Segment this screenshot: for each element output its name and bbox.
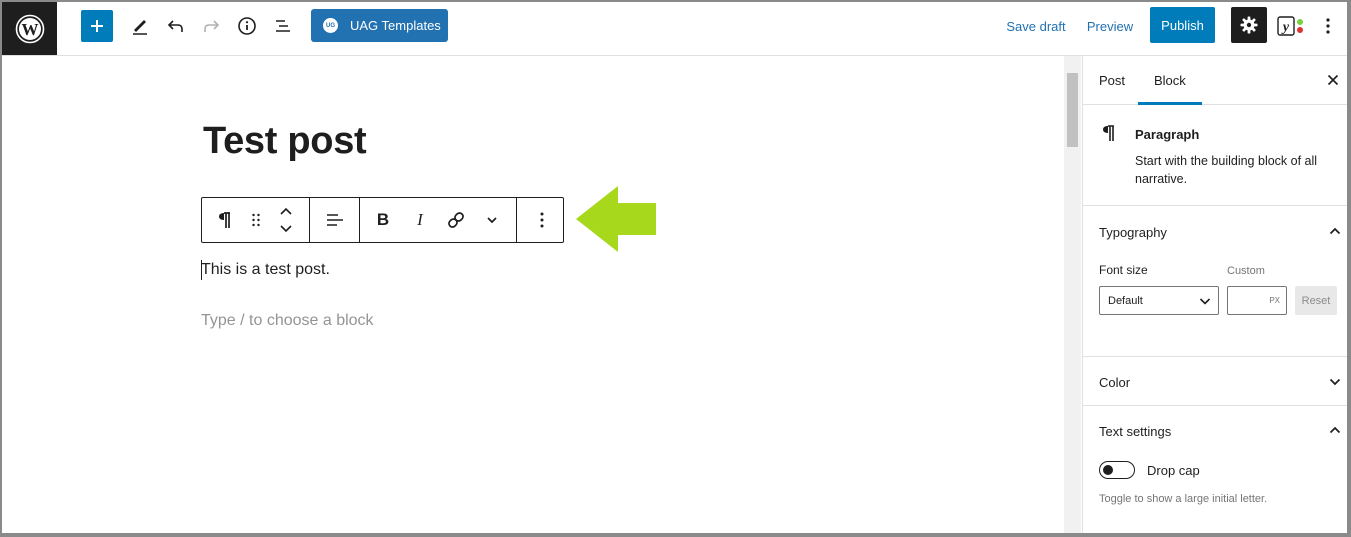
chevron-down-icon: [1199, 298, 1211, 305]
close-icon: [1327, 74, 1339, 86]
preview-button[interactable]: Preview: [1084, 12, 1136, 40]
svg-text:W: W: [21, 20, 38, 39]
gear-icon: [1240, 16, 1258, 34]
align-button[interactable]: [312, 198, 358, 242]
custom-font-size-input[interactable]: PX: [1227, 286, 1287, 315]
more-vertical-icon: [1326, 18, 1330, 34]
paragraph-block[interactable]: This is a test post.: [201, 260, 330, 280]
details-button[interactable]: [233, 12, 261, 40]
chevron-down-icon: [487, 217, 497, 224]
font-size-select-value: Default: [1108, 294, 1143, 307]
list-view-icon: [276, 20, 290, 32]
close-sidebar-button[interactable]: [1323, 70, 1343, 90]
font-size-label: Font size: [1099, 263, 1148, 277]
text-settings-title[interactable]: Text settings: [1099, 424, 1171, 439]
custom-size-label: Custom: [1227, 265, 1265, 277]
bold-icon: B: [376, 210, 390, 229]
annotation-arrow: [576, 186, 656, 252]
color-panel: Color: [1083, 357, 1347, 406]
link-icon: [448, 212, 464, 228]
chevron-up-icon: [1329, 426, 1341, 434]
yoast-icon: y: [1277, 16, 1303, 36]
block-card-description-line: narrative.: [1135, 172, 1188, 186]
block-card-description: Start with the building block of all nar…: [1135, 152, 1317, 188]
plus-icon: [91, 20, 103, 32]
tab-post[interactable]: Post: [1099, 56, 1125, 104]
editor-scrollbar[interactable]: [1064, 56, 1081, 533]
block-card-title: Paragraph: [1135, 127, 1200, 142]
sidebar-tabs: Post Block: [1083, 56, 1347, 105]
font-size-select[interactable]: Default: [1099, 286, 1219, 315]
uag-templates-button[interactable]: UG UAG Templates: [311, 9, 448, 42]
unit-label: PX: [1269, 296, 1280, 305]
tab-block-label: Block: [1154, 72, 1186, 88]
publish-button[interactable]: Publish: [1150, 7, 1215, 43]
toolbar-separator: [359, 198, 360, 242]
chevron-up-icon: [1329, 227, 1341, 235]
move-up-down-icon: [280, 207, 292, 233]
color-title[interactable]: Color: [1099, 375, 1130, 390]
undo-icon: [167, 20, 183, 32]
top-toolbar: W UG UAG Templates Save draft Preview Pu…: [2, 2, 1347, 56]
move-up-down-button[interactable]: [272, 198, 300, 242]
text-settings-toggle[interactable]: [1327, 422, 1343, 438]
block-card-description-line: Start with the building block of all: [1135, 154, 1318, 168]
text-settings-panel: Text settings Drop cap Toggle to show a …: [1083, 406, 1347, 533]
align-icon: [327, 214, 343, 226]
toolbar-separator: [516, 198, 517, 242]
pilcrow-icon: [1103, 125, 1114, 141]
editor-window: W UG UAG Templates Save draft Preview Pu…: [2, 2, 1347, 533]
chevron-down-icon: [1329, 378, 1341, 386]
settings-button[interactable]: [1231, 7, 1267, 43]
tab-block[interactable]: Block: [1138, 56, 1202, 105]
save-draft-button[interactable]: Save draft: [1002, 12, 1070, 40]
svg-text:y: y: [1281, 20, 1290, 35]
uag-logo-icon: UG: [323, 18, 338, 33]
arrow-shape: [576, 186, 656, 252]
reset-font-size-button[interactable]: Reset: [1295, 286, 1337, 315]
toolbar-separator: [309, 198, 310, 242]
color-toggle[interactable]: [1327, 374, 1343, 390]
bold-button[interactable]: B: [368, 198, 398, 242]
drop-cap-toggle[interactable]: [1099, 461, 1135, 479]
paragraph-text: This is a test post.: [201, 261, 330, 278]
redo-icon: [204, 20, 220, 32]
more-vertical-icon: [540, 212, 544, 228]
typography-title[interactable]: Typography: [1099, 225, 1167, 240]
scrollbar-thumb[interactable]: [1067, 73, 1078, 147]
typography-toggle[interactable]: [1327, 223, 1343, 239]
link-button[interactable]: [441, 198, 471, 242]
list-view-button[interactable]: [269, 12, 297, 40]
italic-button[interactable]: I: [405, 198, 435, 242]
block-type-button[interactable]: [210, 198, 240, 242]
tools-button[interactable]: [126, 12, 154, 40]
uag-templates-label: UAG Templates: [350, 18, 441, 33]
editor-canvas: Test post B I This is a test post. Type …: [2, 56, 1064, 533]
text-caret: [201, 260, 202, 280]
drag-handle-icon: [252, 213, 260, 227]
more-rich-text-button[interactable]: [477, 198, 507, 242]
drop-cap-help: Toggle to show a large initial letter.: [1099, 493, 1268, 505]
options-button[interactable]: [1317, 12, 1339, 40]
wordpress-logo-icon[interactable]: W: [2, 2, 57, 55]
yoast-button[interactable]: y: [1274, 12, 1308, 40]
pilcrow-icon: [219, 212, 230, 228]
info-icon: [238, 17, 256, 35]
add-block-button[interactable]: [81, 10, 113, 42]
typography-panel: Typography Font size Custom Default PX R…: [1083, 206, 1347, 357]
drop-cap-label: Drop cap: [1147, 463, 1200, 478]
drag-handle[interactable]: [242, 198, 270, 242]
block-card: Paragraph Start with the building block …: [1083, 105, 1347, 206]
settings-sidebar: Post Block Paragraph Start with the buil…: [1082, 56, 1347, 533]
redo-button[interactable]: [197, 12, 225, 40]
block-options-button[interactable]: [528, 198, 556, 242]
block-appender-placeholder[interactable]: Type / to choose a block: [201, 312, 374, 330]
block-toolbar: B I: [201, 197, 564, 243]
toggle-knob: [1103, 465, 1113, 475]
undo-button[interactable]: [162, 12, 190, 40]
pencil-icon: [133, 20, 147, 35]
italic-icon: I: [417, 210, 423, 229]
post-title[interactable]: Test post: [203, 120, 367, 163]
